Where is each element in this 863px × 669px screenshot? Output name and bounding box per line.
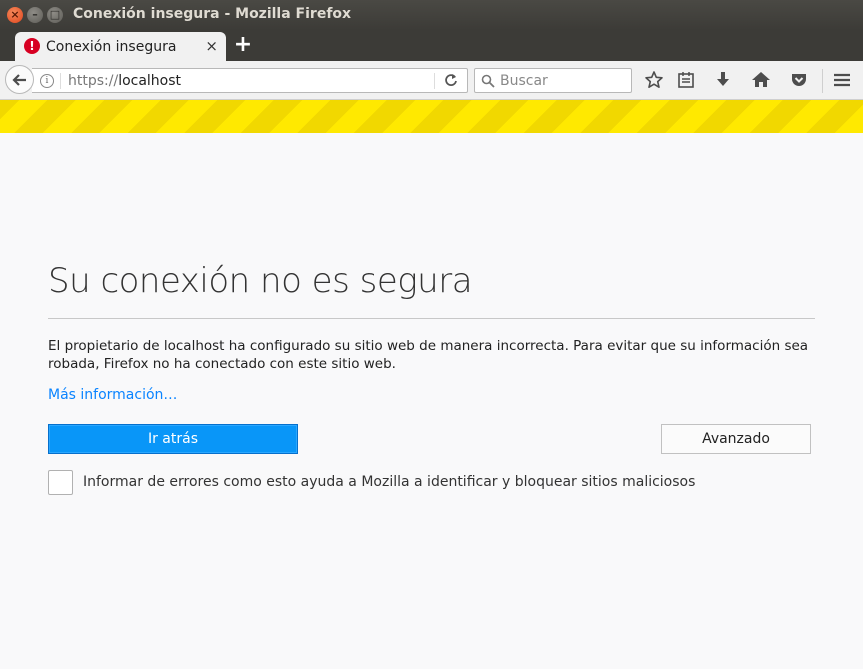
reload-icon[interactable] bbox=[444, 72, 458, 92]
tab-close-button[interactable]: × bbox=[205, 37, 218, 55]
tab-label: Conexión insegura bbox=[46, 39, 177, 55]
url-text[interactable]: https://localhost bbox=[68, 73, 181, 89]
new-tab-button[interactable]: + bbox=[233, 33, 253, 57]
home-icon[interactable] bbox=[751, 70, 771, 90]
search-icon bbox=[481, 73, 495, 92]
navigation-toolbar: i https://localhost Buscar bbox=[0, 61, 863, 100]
advanced-button[interactable]: Avanzado bbox=[661, 424, 811, 454]
learn-more-link[interactable]: Más información… bbox=[48, 387, 177, 403]
info-icon[interactable]: i bbox=[40, 74, 54, 88]
tab-strip: ! Conexión insegura × + bbox=[0, 30, 863, 61]
window-close-button[interactable]: × bbox=[7, 7, 23, 23]
url-host: localhost bbox=[118, 73, 182, 89]
window-minimize-button[interactable]: – bbox=[27, 7, 43, 23]
back-arrow-icon[interactable] bbox=[5, 65, 34, 94]
error-description: El propietario de localhost ha configura… bbox=[48, 338, 809, 372]
report-errors-checkbox[interactable] bbox=[48, 470, 73, 495]
window-maximize-button[interactable]: □ bbox=[47, 7, 63, 23]
url-bar[interactable]: i https://localhost bbox=[32, 68, 468, 93]
error-page-content: Su conexión no es segura El propietario … bbox=[0, 133, 863, 669]
bookmark-star-icon[interactable] bbox=[644, 70, 664, 90]
tab-insecure-connection[interactable]: ! Conexión insegura × bbox=[15, 32, 226, 61]
page-title: Su conexión no es segura bbox=[48, 261, 473, 301]
title-divider bbox=[48, 318, 815, 319]
url-separator bbox=[60, 73, 61, 89]
reload-separator bbox=[434, 73, 435, 89]
url-scheme: https:// bbox=[68, 73, 119, 89]
go-back-button[interactable]: Ir atrás bbox=[48, 424, 298, 454]
error-icon: ! bbox=[24, 38, 40, 54]
hamburger-menu-icon[interactable] bbox=[832, 70, 852, 90]
download-icon[interactable] bbox=[713, 70, 733, 90]
report-errors-label: Informar de errores como esto ayuda a Mo… bbox=[83, 474, 696, 490]
warning-stripe bbox=[0, 100, 863, 133]
search-placeholder: Buscar bbox=[500, 73, 548, 89]
window-title: Conexión insegura - Mozilla Firefox bbox=[73, 6, 352, 22]
reading-list-icon[interactable] bbox=[676, 70, 696, 90]
pocket-icon[interactable] bbox=[789, 70, 809, 90]
toolbar-separator bbox=[822, 69, 823, 93]
search-bar[interactable]: Buscar bbox=[474, 68, 632, 93]
window-titlebar: × – □ Conexión insegura - Mozilla Firefo… bbox=[0, 0, 863, 30]
